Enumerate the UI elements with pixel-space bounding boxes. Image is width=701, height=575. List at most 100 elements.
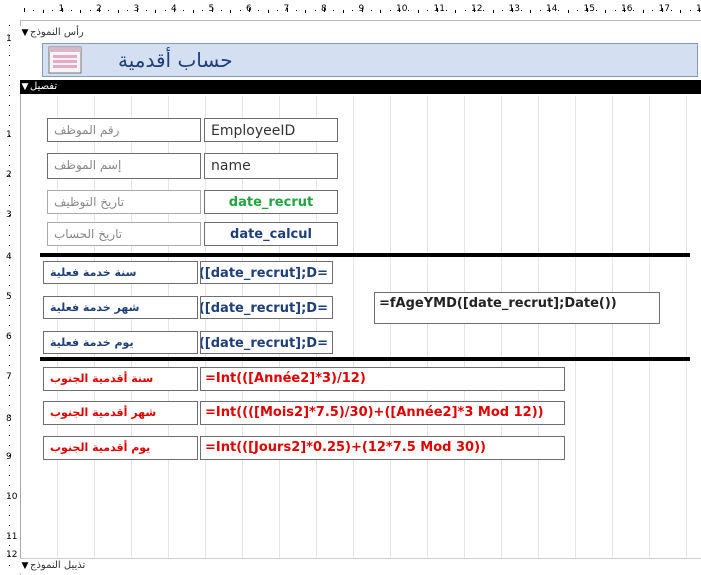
ruler-dot	[520, 10, 522, 11]
service-days-label[interactable]: يوم خدمة فعلية	[43, 331, 198, 354]
ruler-dot	[530, 10, 532, 13]
ruler-number: 10	[396, 4, 408, 14]
service-days-field[interactable]: =fAgeYMD([date_recrut];D	[200, 331, 333, 354]
ruler-dot	[389, 10, 391, 11]
ruler-dot	[427, 10, 429, 11]
form-design-view: 123456789101112131415161718 112345678910…	[0, 0, 701, 575]
form-header-section: حساب أقدمية	[20, 40, 701, 80]
employee-id-label[interactable]: رقم الموظف	[47, 118, 201, 142]
ruler-dot	[9, 565, 10, 566]
seniority-years-label[interactable]: سنة أقدمية الجنوب	[43, 367, 198, 391]
ruler-dot	[455, 10, 457, 13]
ruler-number: 15	[583, 4, 595, 14]
seniority-months-label[interactable]: شهر أقدمية الجنوب	[43, 401, 198, 425]
ruler-number: 17	[658, 4, 670, 14]
ruler-dot	[9, 505, 10, 506]
ruler-dot	[670, 10, 672, 11]
ruler-dot	[9, 405, 10, 406]
ruler-dot	[333, 10, 335, 11]
service-years-label[interactable]: سنة خدمة فعلية	[43, 261, 198, 284]
separator-line	[40, 357, 690, 361]
employee-name-label[interactable]: إسم الموظف	[47, 153, 201, 179]
ruler-dot	[9, 135, 10, 136]
ruler-number: 5	[208, 4, 215, 14]
ruler-dot	[9, 295, 10, 296]
ruler-dot	[464, 10, 466, 11]
ruler-dot	[9, 95, 10, 96]
ruler-dot	[9, 475, 10, 476]
age-ymd-field[interactable]: =fAgeYMD([date_recrut];Date())	[374, 292, 660, 324]
ruler-dot	[9, 485, 10, 486]
ruler-dot	[9, 55, 10, 56]
hire-date-label[interactable]: تاريخ التوظيف	[47, 190, 201, 214]
ruler-dot	[202, 10, 204, 11]
ruler-dot	[9, 435, 10, 436]
ruler-dot	[9, 355, 10, 356]
ruler-dot	[108, 10, 110, 11]
ruler-dot	[9, 85, 10, 86]
ruler-dot	[9, 115, 10, 116]
ruler-dot	[9, 495, 10, 496]
ruler-dot	[117, 10, 119, 13]
form-footer-band[interactable]: ▼ تذييل النموذج	[20, 558, 701, 573]
ruler-dot	[9, 35, 10, 36]
ruler-dot	[9, 465, 10, 466]
ruler-dot	[680, 10, 682, 13]
ruler-dot	[9, 125, 10, 126]
ruler-number: 3	[133, 4, 140, 14]
ruler-number: 11	[6, 532, 18, 542]
hire-date-field[interactable]: date_recrut	[204, 190, 338, 214]
band-arrow-icon: ▼	[21, 28, 29, 38]
ruler-number: 8	[321, 4, 327, 14]
calc-date-label[interactable]: تاريخ الحساب	[47, 222, 201, 246]
ruler-dot	[9, 305, 10, 306]
ruler-dot	[352, 10, 354, 11]
ruler-dot	[9, 445, 10, 446]
ruler-number: 9	[6, 452, 12, 462]
form-footer-label: تذييل النموذج	[30, 560, 86, 571]
ruler-dot	[342, 10, 344, 13]
ruler-dot	[164, 10, 166, 11]
separator-line	[40, 253, 690, 257]
ruler-dot	[9, 185, 10, 186]
ruler-dot	[9, 25, 10, 26]
ruler-dot	[9, 365, 10, 366]
ruler-dot	[9, 275, 10, 276]
form-header-band[interactable]: ▼ رأس النموذج	[20, 26, 701, 41]
ruler-dot	[642, 10, 644, 13]
employee-id-field[interactable]: EmployeeID	[204, 118, 338, 142]
seniority-days-label[interactable]: يوم أقدمية الجنوب	[43, 436, 198, 460]
ruler-dot	[595, 10, 597, 11]
seniority-days-field[interactable]: =Int(([Jours2]*0.25)+(12*7.5 Mod 30))	[200, 436, 565, 460]
ruler-dot	[9, 65, 10, 66]
ruler-tick	[24, 8, 25, 12]
ruler-dot	[9, 165, 10, 166]
ruler-number: 16	[621, 4, 633, 14]
employee-name-field[interactable]: name	[204, 153, 338, 179]
seniority-years-field[interactable]: =Int(([Année2]*3)/12)	[200, 367, 565, 391]
ruler-dot	[305, 10, 307, 13]
ruler-dot	[502, 10, 504, 11]
ruler-dot	[9, 425, 10, 426]
service-years-field[interactable]: =fAgeYMD([date_recrut];D	[200, 261, 333, 284]
ruler-dot	[145, 10, 147, 11]
ruler-dot	[9, 245, 10, 246]
detail-band[interactable]: ▼ تفصيل	[20, 80, 701, 94]
ruler-number: 6	[6, 332, 12, 342]
ruler-dot	[9, 395, 10, 396]
form-title: حساب أقدمية	[118, 48, 233, 72]
ruler-dot	[9, 545, 10, 546]
ruler-dot	[9, 225, 10, 226]
seniority-months-field[interactable]: =Int((([Mois2]*7.5)/30)+([Année2]*3 Mod …	[200, 401, 565, 425]
ruler-dot	[445, 10, 447, 11]
ruler-dot	[417, 10, 419, 13]
ruler-dot	[9, 155, 10, 156]
ruler-dot	[567, 10, 569, 13]
calc-date-field[interactable]: date_calcul	[204, 222, 338, 246]
ruler-dot	[9, 215, 10, 216]
ruler-dot	[9, 375, 10, 376]
title-bar[interactable]: حساب أقدمية	[42, 43, 698, 77]
service-months-field[interactable]: =fAgeYMD([date_recrut];D	[200, 296, 333, 319]
ruler-dot	[9, 325, 10, 326]
service-months-label[interactable]: شهر خدمة فعلية	[43, 296, 198, 319]
